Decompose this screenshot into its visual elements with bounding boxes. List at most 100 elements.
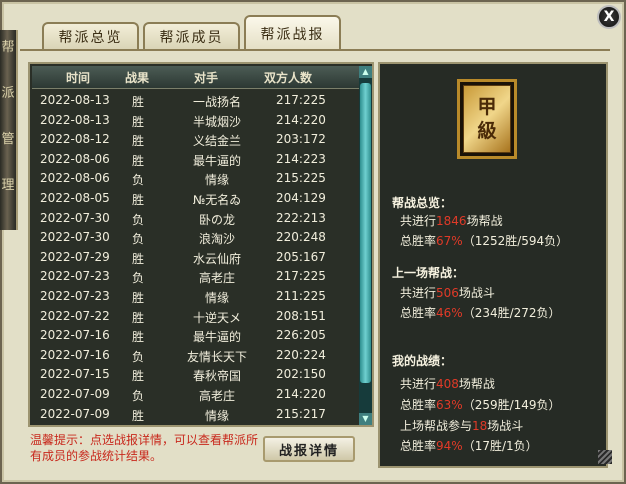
tab-battle-report[interactable]: 帮派战报: [244, 15, 341, 50]
table-row[interactable]: 2022-07-30 负 浪淘沙 220:248: [32, 229, 359, 248]
tab-label: 帮派战报: [260, 26, 325, 43]
table-row[interactable]: 2022-07-16 负 友情长天下 220:224: [32, 347, 359, 366]
row-opponent: 水云仙府: [192, 251, 241, 266]
row-date: 2022-07-16: [40, 347, 110, 362]
row-counts: 208:151: [276, 308, 326, 323]
table-header: 时间 战果 对手 双方人数: [32, 66, 359, 89]
row-date: 2022-08-12: [40, 132, 110, 147]
header-opponent: 对手: [194, 71, 219, 85]
side-char: 管: [1, 132, 15, 147]
row-result: 胜: [132, 153, 145, 168]
table-body: 2022-08-13 胜一战扬名 217:225 2022-08-13 胜 半城烟沙 214…: [32, 92, 359, 427]
my-rate: 总胜率63%（259胜/149负）: [400, 398, 561, 412]
close-icon: X: [603, 9, 615, 25]
row-result: 胜: [132, 369, 145, 384]
table-row[interactable]: 2022-08-05 胜 №无名ゐ 204:129: [32, 190, 359, 209]
row-date: 2022-08-06: [40, 151, 110, 166]
my-record-title: 我的战绩：: [392, 354, 453, 368]
badge-char: 甲: [477, 96, 497, 118]
row-date: 2022-08-13: [40, 112, 110, 127]
table-row[interactable]: 2022-07-09 胜 情缘 215:217: [32, 406, 359, 425]
row-counts: 217:225: [276, 269, 326, 284]
overview-rate: 总胜率67%（1252胜/594负）: [400, 234, 569, 248]
row-counts: 215:217: [276, 406, 326, 421]
row-date: 2022-07-09: [40, 387, 110, 401]
row-result: 负: [132, 212, 145, 227]
row-opponent: №无名ゐ: [192, 193, 242, 207]
row-counts: 204:129: [276, 191, 326, 205]
rank-badge-text: 甲 級: [463, 85, 511, 153]
row-counts: 214:220: [276, 112, 326, 127]
table-row[interactable]: 2022-07-15 胜 春秋帝国 202:150: [32, 366, 359, 385]
last-battle-total: 共进行506场战斗: [400, 286, 495, 300]
table-row[interactable]: 2022-08-12 胜 义结金兰 203:172: [32, 131, 359, 150]
my-last-rate: 总胜率94%（17胜/1负）: [400, 439, 538, 453]
table-row[interactable]: 2022-08-06 负 情缘 215:225: [32, 170, 359, 189]
header-time: 时间: [66, 71, 91, 85]
row-counts: 214:223: [276, 151, 326, 166]
table-row[interactable]: 2022-07-16 胜 最牛逼的 226:205: [32, 327, 359, 346]
row-date: 2022-07-30: [40, 230, 110, 245]
tab-divider: [20, 49, 610, 51]
row-result: 胜: [132, 114, 145, 129]
row-counts: 202:150: [276, 367, 326, 382]
row-counts: 203:172: [276, 132, 326, 147]
table-row[interactable]: 2022-08-06 胜 最牛逼的 214:223: [32, 151, 359, 170]
row-date: 2022-08-05: [40, 191, 110, 205]
row-opponent: 最牛逼的: [192, 153, 241, 168]
table-row[interactable]: 2022-08-13 胜 半城烟沙 214:220: [32, 112, 359, 131]
scroll-thumb[interactable]: [360, 83, 371, 383]
table-row[interactable]: 2022-07-09 负 高老庄 214:220: [32, 386, 359, 405]
overview-total: 共进行1846场帮战: [400, 214, 503, 228]
scroll-down-icon[interactable]: ▼: [359, 413, 372, 425]
row-result: 负: [132, 271, 145, 286]
row-opponent: 春秋帝国: [192, 369, 241, 384]
my-last-battle: 上场帮战参与18场战斗: [400, 419, 524, 433]
table-row[interactable]: 2022-07-23 胜 情缘 211:225: [32, 288, 359, 307]
last-battle-title: 上一场帮战：: [392, 266, 465, 280]
stats-panel: 甲 級 帮战总览： 共进行1846场帮战 总胜率67%（1252胜/594负） …: [378, 62, 608, 468]
table-row[interactable]: 2022-07-22 胜 十逆天メ 208:151: [32, 308, 359, 327]
tab-members[interactable]: 帮派成员: [143, 22, 240, 50]
table-row[interactable]: 2022-07-23 负 高老庄 217:225: [32, 268, 359, 287]
row-result: 胜: [132, 134, 145, 149]
row-counts: 222:213: [276, 210, 326, 225]
row-date: 2022-08-06: [40, 171, 110, 186]
row-date: 2022-07-29: [40, 249, 110, 264]
row-result: 胜: [132, 251, 145, 266]
row-opponent: 高老庄: [198, 271, 235, 286]
row-opponent: 情缘: [204, 408, 229, 423]
row-date: 2022-07-09: [40, 406, 110, 421]
row-counts: 211:225: [276, 289, 326, 303]
battle-detail-label: 战报详情: [278, 443, 339, 459]
battle-detail-button[interactable]: 战报详情: [263, 436, 355, 462]
tab-label: 帮派总览: [58, 30, 123, 46]
row-result: 胜: [132, 193, 145, 207]
scrollbar[interactable]: ▲ ▼: [359, 66, 372, 425]
close-button[interactable]: X: [597, 5, 621, 29]
row-opponent: 半城烟沙: [192, 114, 241, 129]
row-result: 负: [132, 349, 145, 364]
row-result: 胜: [132, 408, 145, 423]
table-row[interactable]: 2022-07-30 负 卧の龙 222:213: [32, 210, 359, 229]
row-counts: 220:248: [276, 230, 326, 245]
row-counts: 220:224: [276, 347, 326, 362]
last-battle-rate: 总胜率46%（234胜/272负）: [400, 306, 561, 320]
row-result: 胜: [132, 291, 145, 305]
row-counts: 214:220: [276, 387, 326, 401]
tab-overview[interactable]: 帮派总览: [42, 22, 139, 50]
battle-report-list: 时间 战果 对手 双方人数 2022-08-13 胜一战扬名 217:225 2022…: [28, 62, 374, 427]
row-result: 负: [132, 232, 145, 247]
scroll-up-icon[interactable]: ▲: [359, 66, 372, 78]
side-char: 派: [1, 86, 15, 101]
resize-grip-icon[interactable]: [598, 450, 612, 464]
table-row[interactable]: 2022-07-29 胜 水云仙府 205:167: [32, 249, 359, 268]
row-date: 2022-07-23: [40, 289, 110, 303]
header-result: 战果: [125, 71, 150, 85]
tab-label: 帮派成员: [159, 30, 224, 46]
row-date: 2022-07-30: [40, 210, 110, 225]
row-result: 胜: [132, 310, 145, 325]
row-opponent: 情缘: [204, 173, 229, 188]
table-row[interactable]: 2022-08-13 胜 一战扬名 217:225: [32, 92, 359, 111]
row-date: 2022-07-23: [40, 269, 110, 284]
